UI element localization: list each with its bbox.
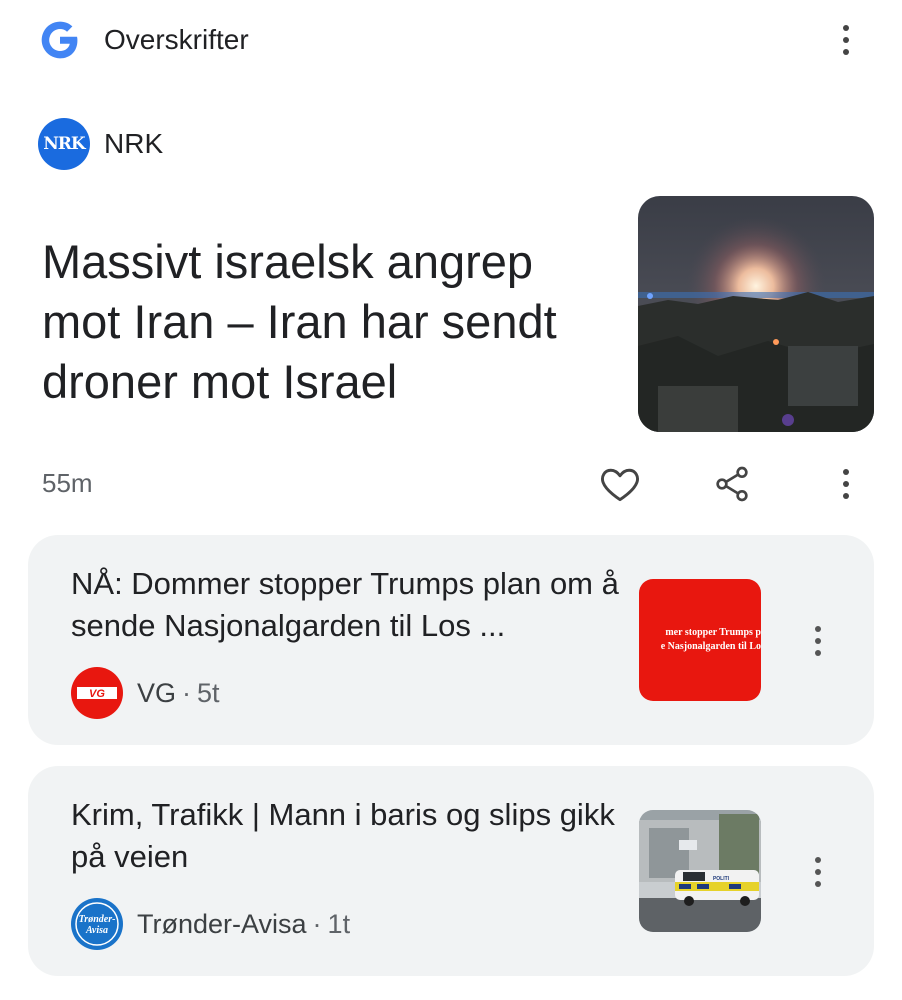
story-time: 1t bbox=[327, 908, 351, 939]
top-story-image[interactable] bbox=[638, 196, 874, 432]
more-vert-icon[interactable] bbox=[826, 20, 866, 60]
vg-screenshot-thumb: mer stopper Trumps p e Nasjonalgarden ti… bbox=[639, 579, 761, 701]
thumb-line: mer stopper Trumps p bbox=[665, 627, 761, 638]
tronder-avisa-logo: Trønder- Avisa bbox=[71, 898, 123, 950]
top-story-source-name: NRK bbox=[104, 128, 164, 159]
heart-icon[interactable] bbox=[594, 458, 646, 510]
story-time: 5t bbox=[197, 677, 220, 708]
top-story-source[interactable]: NRK NRK bbox=[38, 118, 163, 170]
top-story-age: 55m bbox=[42, 468, 93, 498]
nrk-logo-text: NRK bbox=[43, 134, 85, 154]
night-explosion-photo bbox=[638, 196, 874, 432]
story-thumbnail[interactable]: mer stopper Trumps p e Nasjonalgarden ti… bbox=[639, 579, 761, 701]
top-story-meta: 55m bbox=[0, 458, 902, 510]
more-vert-icon[interactable] bbox=[798, 621, 838, 661]
separator-dot: · bbox=[312, 908, 322, 939]
vg-logo-text: VG bbox=[89, 688, 105, 700]
police-text: POLITI bbox=[713, 876, 730, 882]
page-title: Overskrifter bbox=[104, 24, 249, 55]
story-source[interactable]: Trønder- Avisa Trønder-Avisa · 1t bbox=[71, 898, 350, 950]
story-source[interactable]: VG VG · 5t bbox=[71, 667, 220, 719]
logo-text-line: Trønder- bbox=[79, 914, 116, 925]
story-source-name: VG bbox=[137, 677, 177, 708]
nrk-logo: NRK bbox=[38, 118, 90, 170]
top-story-headline[interactable]: Massivt israelsk angrep mot Iran – Iran … bbox=[42, 232, 612, 412]
google-g-icon bbox=[41, 21, 78, 59]
story-title[interactable]: Krim, Trafikk | Mann i baris og slips gi… bbox=[71, 794, 621, 878]
app-header: Overskrifter bbox=[0, 0, 902, 80]
thumb-line: e Nasjonalgarden til Lo bbox=[660, 641, 761, 652]
story-thumbnail[interactable]: POLITI bbox=[639, 810, 761, 932]
story-card[interactable]: Krim, Trafikk | Mann i baris og slips gi… bbox=[28, 766, 874, 976]
more-vert-icon[interactable] bbox=[826, 464, 866, 504]
more-vert-icon[interactable] bbox=[798, 852, 838, 892]
share-icon[interactable] bbox=[706, 458, 758, 510]
separator-dot: · bbox=[182, 677, 192, 708]
story-title[interactable]: NÅ: Dommer stopper Trumps plan om å send… bbox=[71, 563, 621, 647]
logo-text-line: Avisa bbox=[85, 925, 108, 936]
police-car-photo: POLITI bbox=[639, 810, 761, 932]
story-source-name: Trønder-Avisa bbox=[137, 908, 307, 939]
vg-logo: VG bbox=[71, 667, 123, 719]
story-card[interactable]: NÅ: Dommer stopper Trumps plan om å send… bbox=[28, 535, 874, 745]
